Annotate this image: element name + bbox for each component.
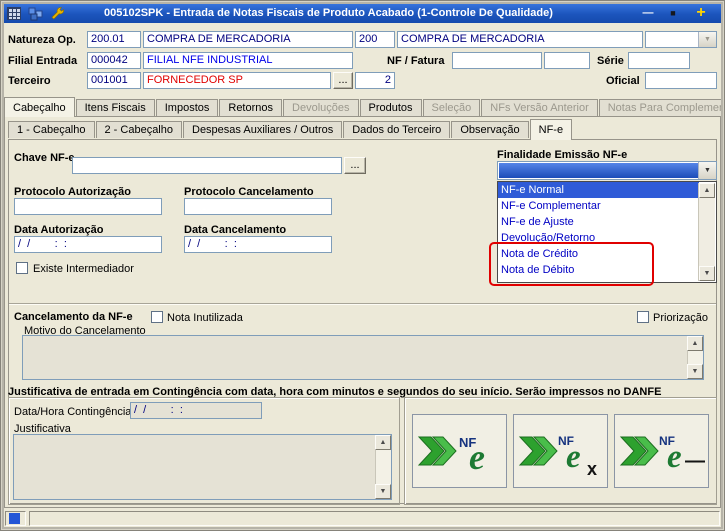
priorizacao-checkbox[interactable]	[637, 311, 649, 323]
terceiro-seq-field[interactable]: 2	[355, 72, 395, 89]
existe-intermediador-checkbox[interactable]	[16, 262, 28, 274]
svg-text:e: e	[667, 439, 682, 475]
wrench-icon[interactable]	[50, 6, 66, 21]
cancelamento-nfe-title: Cancelamento da NF-e	[14, 311, 133, 323]
nfe-void-icon: NF e —	[619, 421, 705, 482]
tab-1-cabecalho[interactable]: 1 - Cabeçalho	[8, 121, 95, 138]
natureza-tipo-dropdown-arrow	[698, 32, 716, 47]
svg-text:e: e	[566, 439, 581, 475]
modules-icon	[28, 6, 44, 21]
svg-text:—: —	[685, 450, 705, 472]
tab-nfe[interactable]: NF-e	[529, 119, 573, 140]
nfe-void-button[interactable]: NF e —	[614, 414, 709, 488]
natureza-tipo-combobox[interactable]: COMPRAS	[645, 31, 717, 48]
nfe-send-button[interactable]: NF e	[412, 414, 507, 488]
dropdown-scroll-up-icon[interactable]	[699, 183, 715, 198]
filial-entrada-label: Filial Entrada	[8, 55, 78, 67]
maximize-button[interactable]: ■	[661, 5, 685, 22]
data-autorizacao-field[interactable]: / / : :	[14, 236, 162, 253]
tab-cabecalho[interactable]: Cabeçalho	[4, 97, 75, 117]
existe-intermediador-label: Existe Intermediador	[33, 263, 134, 275]
nfe-cancel-icon: NF e x	[518, 421, 604, 482]
finalidade-dropdown-arrow[interactable]	[698, 162, 716, 179]
app-grid-icon	[7, 6, 23, 21]
data-hora-contingencia-field: / / : :	[130, 402, 262, 419]
tab-notas-para-complemento: Notas Para Complemento	[598, 99, 725, 116]
nota-inutilizada-label: Nota Inutilizada	[167, 312, 243, 324]
terceiro-code-field[interactable]: 001001	[87, 72, 141, 89]
option-nfe-complementar[interactable]: NF-e Complementar	[498, 198, 699, 214]
finalidade-selection-highlight	[499, 163, 699, 178]
tab-impostos[interactable]: Impostos	[155, 99, 219, 116]
tab-nfs-versao-anterior: NFs Versão Anterior	[481, 99, 598, 116]
option-nfe-normal[interactable]: NF-e Normal	[498, 182, 699, 198]
tab-despesas-auxiliares[interactable]: Despesas Auxiliares / Outros	[183, 121, 343, 138]
option-nfe-de-ajuste[interactable]: NF-e de Ajuste	[498, 214, 699, 230]
dropdown-scroll-down-icon[interactable]	[699, 266, 715, 281]
chave-nfe-label: Chave NF-e	[14, 152, 75, 164]
dropdown-scrollbar[interactable]	[698, 183, 715, 281]
tab-selecao: Seleção	[422, 99, 481, 116]
nf-fatura-field[interactable]	[452, 52, 542, 69]
status-bar	[3, 509, 722, 528]
tab-produtos[interactable]: Produtos	[359, 99, 422, 116]
nf-fatura-field-2[interactable]	[544, 52, 590, 69]
natureza-code2-field[interactable]: 200	[355, 31, 395, 48]
minimize-button[interactable]: —	[636, 5, 660, 22]
motivo-scroll-up-icon	[687, 336, 703, 351]
chave-nfe-field[interactable]	[72, 157, 342, 174]
tab-devolucoes: Devoluções	[283, 99, 359, 116]
oficial-label: Oficial	[606, 75, 640, 87]
tab-observacao[interactable]: Observação	[451, 121, 529, 138]
annotation-highlight-box	[489, 242, 654, 286]
data-hora-contingencia-label: Data/Hora Contingência	[14, 406, 132, 418]
natureza-op-label: Natureza Op.	[8, 34, 76, 46]
terceiro-lookup-button[interactable]: ...	[333, 72, 353, 89]
nf-fatura-label: NF / Fatura	[387, 55, 445, 67]
serie-field[interactable]	[628, 52, 690, 69]
tab-dados-do-terceiro[interactable]: Dados do Terceiro	[343, 121, 451, 138]
chave-nfe-lookup-button[interactable]: ...	[344, 157, 366, 174]
oficial-field[interactable]	[645, 72, 717, 89]
nfe-send-icon: NF e	[417, 421, 503, 482]
protocolo-cancelamento-field[interactable]	[184, 198, 332, 215]
filial-desc-field[interactable]: FILIAL NFE INDUSTRIAL	[143, 52, 353, 69]
svg-text:x: x	[587, 459, 597, 477]
justificativa-textarea	[13, 434, 392, 500]
filial-code-field[interactable]: 000042	[87, 52, 141, 69]
motivo-cancelamento-label: Motivo do Cancelamento	[24, 325, 146, 337]
status-cell-indicator	[5, 511, 26, 526]
serie-label: Série	[597, 55, 624, 67]
main-tab-strip: Cabeçalho Itens Fiscais Impostos Retorno…	[4, 96, 725, 117]
finalidade-combobox[interactable]	[497, 161, 717, 180]
natureza-code-field[interactable]: 200.01	[87, 31, 141, 48]
title-bar[interactable]: 005102SPK - Entrada de Notas Fiscais de …	[3, 3, 722, 23]
window-title: 005102SPK - Entrada de Notas Fiscais de …	[104, 7, 553, 19]
terceiro-label: Terceiro	[8, 75, 51, 87]
nfe-cancel-button[interactable]: NF e x	[513, 414, 608, 488]
justificativa-label: Justificativa	[14, 423, 71, 435]
natureza-desc-field[interactable]: COMPRA DE MERCADORIA	[143, 31, 353, 48]
protocolo-autorizacao-field[interactable]	[14, 198, 162, 215]
data-cancelamento-field[interactable]: / / : :	[184, 236, 332, 253]
status-indicator-icon	[9, 513, 20, 524]
svg-text:e: e	[469, 437, 485, 477]
contingencia-header: Justificativa de entrada em Contingência…	[8, 386, 662, 398]
justificativa-scroll-up-icon	[375, 435, 391, 450]
tab-itens-fiscais[interactable]: Itens Fiscais	[75, 99, 155, 116]
justificativa-scroll-down-icon	[375, 484, 391, 499]
priorizacao-label: Priorização	[653, 312, 709, 324]
close-button[interactable]: +	[689, 5, 713, 22]
app-window: 005102SPK - Entrada de Notas Fiscais de …	[0, 0, 725, 531]
tab-2-cabecalho[interactable]: 2 - Cabeçalho	[95, 121, 182, 138]
sub-tab-strip: 1 - Cabeçalho 2 - Cabeçalho Despesas Aux…	[8, 118, 573, 140]
natureza-desc2-field[interactable]: COMPRA DE MERCADORIA	[397, 31, 643, 48]
section-divider	[9, 303, 716, 305]
nota-inutilizada-checkbox[interactable]	[151, 311, 163, 323]
motivo-scroll-down-icon	[687, 364, 703, 379]
tab-retornos[interactable]: Retornos	[219, 99, 283, 116]
status-cell-message	[29, 511, 720, 526]
terceiro-desc-field[interactable]: FORNECEDOR SP	[143, 72, 331, 89]
motivo-cancelamento-textarea	[22, 335, 704, 380]
